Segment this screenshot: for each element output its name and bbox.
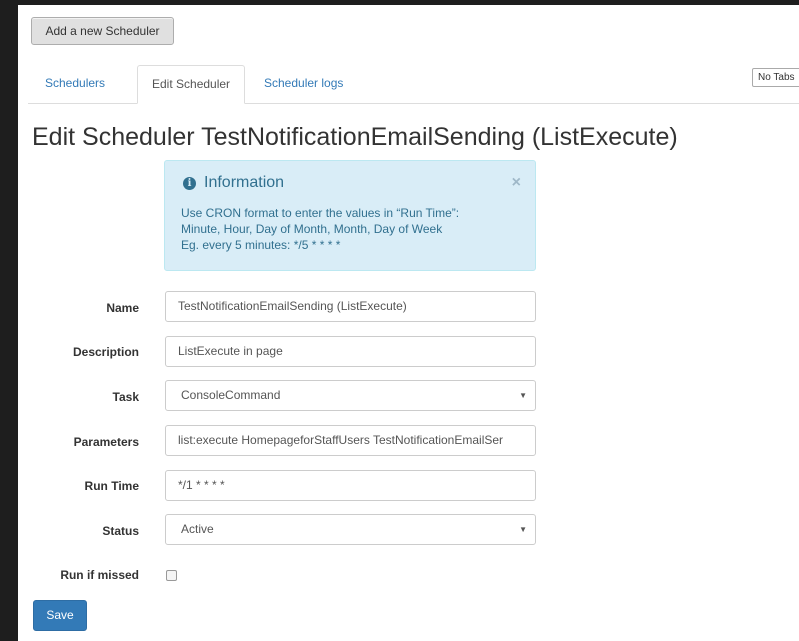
task-select-value: ConsoleCommand bbox=[181, 388, 281, 402]
name-label: Name bbox=[106, 301, 139, 315]
info-alert-title-row: i Information bbox=[183, 174, 284, 192]
status-select[interactable]: Active ▼ bbox=[165, 514, 536, 545]
parameters-field[interactable]: list:execute HomepageforStaffUsers TestN… bbox=[165, 425, 536, 456]
chevron-down-icon: ▼ bbox=[519, 391, 527, 400]
parameters-label: Parameters bbox=[73, 435, 139, 449]
info-line: Minute, Hour, Day of Month, Month, Day o… bbox=[181, 222, 443, 236]
run-if-missed-checkbox[interactable] bbox=[166, 570, 177, 581]
save-button[interactable]: Save bbox=[33, 600, 87, 631]
status-select-value: Active bbox=[181, 522, 214, 536]
tab-bar: Schedulers Edit Scheduler Scheduler logs bbox=[28, 65, 799, 104]
no-tabs-select[interactable]: No Tabs bbox=[752, 68, 799, 87]
tab-edit-scheduler[interactable]: Edit Scheduler bbox=[137, 65, 246, 104]
description-label: Description bbox=[72, 345, 139, 359]
info-alert: i Information × Use CRON format to enter… bbox=[164, 160, 536, 271]
chevron-down-icon: ▼ bbox=[519, 525, 527, 534]
run-if-missed-label: Run if missed bbox=[60, 568, 139, 582]
info-alert-title: Information bbox=[204, 174, 285, 191]
info-circle-icon: i bbox=[183, 176, 196, 190]
task-label: Task bbox=[112, 390, 139, 404]
tab-schedulers[interactable]: Schedulers bbox=[31, 65, 119, 102]
name-field[interactable]: TestNotificationEmailSending (ListExecut… bbox=[165, 291, 536, 322]
tab-scheduler-logs[interactable]: Scheduler logs bbox=[250, 65, 357, 102]
add-scheduler-button[interactable]: Add a new Scheduler bbox=[31, 17, 174, 45]
page-title: Edit Scheduler TestNotificationEmailSend… bbox=[32, 123, 678, 151]
info-alert-message: Use CRON format to enter the values in “… bbox=[181, 205, 459, 253]
description-field[interactable]: ListExecute in page bbox=[165, 336, 536, 367]
scheduler-page: Add a new Scheduler Schedulers Edit Sche… bbox=[18, 5, 799, 641]
close-icon[interactable]: × bbox=[512, 174, 521, 192]
task-select[interactable]: ConsoleCommand ▼ bbox=[165, 380, 536, 411]
status-label: Status bbox=[102, 524, 139, 538]
run-time-label: Run Time bbox=[84, 479, 139, 493]
run-time-field[interactable]: */1 * * * * bbox=[165, 470, 536, 501]
info-line: Use CRON format to enter the values in “… bbox=[181, 206, 460, 220]
info-line: Eg. every 5 minutes: */5 * * * * bbox=[181, 238, 341, 252]
